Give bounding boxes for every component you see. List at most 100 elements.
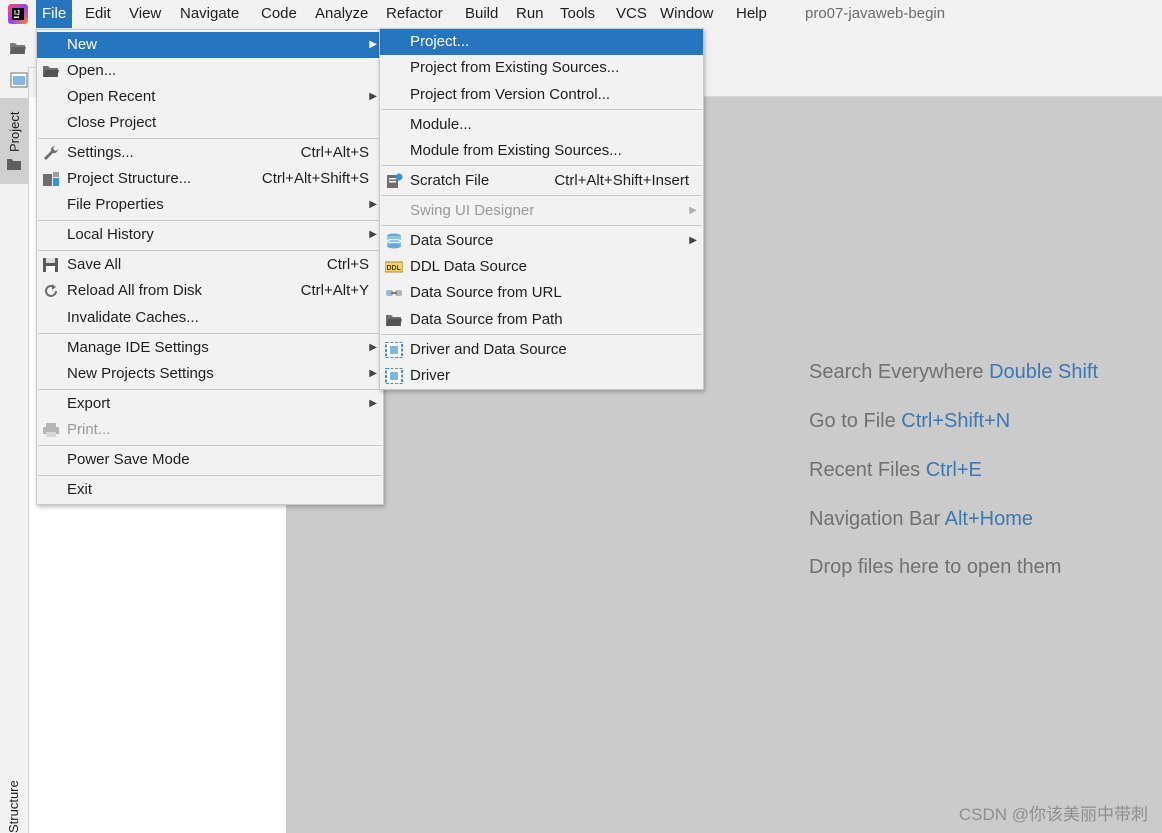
submenu-arrow-icon: ▶ <box>369 39 377 50</box>
menu-separator <box>38 475 382 476</box>
new-data-source-from-path[interactable]: Data Source from Path <box>380 307 703 333</box>
new-swing-ui-designer: Swing UI Designer ▶ <box>380 198 703 224</box>
open-folder-icon[interactable] <box>9 40 27 56</box>
menu-window[interactable]: Window <box>654 0 719 28</box>
menu-item-label: Settings... <box>67 144 134 161</box>
menu-item-label: Driver and Data Source <box>410 341 567 358</box>
driver-icon <box>385 368 403 384</box>
file-menu-reload-all[interactable]: Reload All from Disk Ctrl+Alt+Y <box>37 278 383 304</box>
menu-item-label: Reload All from Disk <box>67 282 203 299</box>
menu-separator <box>38 445 382 446</box>
file-menu-file-properties[interactable]: File Properties ▶ <box>37 192 383 218</box>
hint-text: Search Everywhere <box>809 361 984 383</box>
menu-item-label: Local History <box>67 226 154 243</box>
submenu-arrow-icon: ▶ <box>369 342 377 353</box>
menu-item-label: New Projects Settings <box>67 365 214 382</box>
window-icon[interactable] <box>10 72 28 88</box>
new-module-from-existing-sources[interactable]: Module from Existing Sources... <box>380 138 703 164</box>
menu-item-label: Module from Existing Sources... <box>410 142 622 159</box>
new-submenu: Project... Project from Existing Sources… <box>379 28 704 390</box>
menu-separator <box>381 195 702 196</box>
menu-item-label: File Properties <box>67 196 164 213</box>
menu-item-label: Invalidate Caches... <box>67 309 199 326</box>
menu-separator <box>38 333 382 334</box>
menu-analyze[interactable]: Analyze <box>309 0 374 28</box>
file-menu-project-structure[interactable]: Project Structure... Ctrl+Alt+Shift+S <box>37 166 383 192</box>
file-menu-new-projects-settings[interactable]: New Projects Settings ▶ <box>37 361 383 387</box>
hint-text: Recent Files <box>809 459 921 481</box>
menu-separator <box>381 334 702 335</box>
file-menu-settings[interactable]: Settings... Ctrl+Alt+S <box>37 140 383 166</box>
file-menu-manage-ide-settings[interactable]: Manage IDE Settings ▶ <box>37 335 383 361</box>
file-menu-local-history[interactable]: Local History ▶ <box>37 222 383 248</box>
submenu-arrow-icon: ▶ <box>369 229 377 240</box>
file-menu-new[interactable]: New ▶ <box>37 32 383 58</box>
menu-item-label: Close Project <box>67 114 157 131</box>
submenu-arrow-icon: ▶ <box>689 205 697 216</box>
hint-text: Navigation Bar <box>809 508 941 530</box>
new-module[interactable]: Module... <box>380 112 703 138</box>
menu-item-label: Swing UI Designer <box>410 202 535 219</box>
menu-run[interactable]: Run <box>510 0 550 28</box>
hint-text: Go to File <box>809 410 896 432</box>
menu-item-label: Project... <box>410 33 470 50</box>
svg-text:DDL: DDL <box>387 265 402 272</box>
database-icon <box>386 233 402 249</box>
file-menu-save-all[interactable]: Save All Ctrl+S <box>37 252 383 278</box>
new-project-from-existing-sources[interactable]: Project from Existing Sources... <box>380 55 703 81</box>
menu-separator <box>38 220 382 221</box>
menu-item-label: Open... <box>67 62 117 79</box>
menu-view[interactable]: View <box>123 0 167 28</box>
file-menu-export[interactable]: Export ▶ <box>37 391 383 417</box>
project-tool-tab[interactable]: Project <box>0 98 28 184</box>
new-project-from-version-control[interactable]: Project from Version Control... <box>380 82 703 108</box>
menu-item-shortcut: Ctrl+Alt+Shift+S <box>261 170 369 187</box>
file-menu-power-save-mode[interactable]: Power Save Mode <box>37 447 383 473</box>
new-scratch-file[interactable]: Scratch File Ctrl+Alt+Shift+Insert <box>380 168 703 194</box>
menu-file[interactable]: File <box>36 0 73 28</box>
file-menu-open[interactable]: Open... <box>37 58 383 84</box>
menu-item-label: Scratch File <box>410 172 490 189</box>
menu-item-label: Data Source from URL <box>410 284 562 301</box>
hint-key: Alt+Home <box>944 508 1034 530</box>
structure-tool-tab[interactable]: Structure <box>2 775 26 833</box>
menu-item-label: Data Source <box>410 232 494 249</box>
menu-navigate[interactable]: Navigate <box>174 0 245 28</box>
project-structure-icon <box>43 172 59 186</box>
open-folder-icon <box>43 66 59 77</box>
file-menu-exit[interactable]: Exit <box>37 477 383 503</box>
hint-recent-files: Recent Files Ctrl+E <box>809 459 982 482</box>
file-menu-close-project[interactable]: Close Project <box>37 110 383 136</box>
new-project[interactable]: Project... <box>380 29 703 55</box>
menu-edit[interactable]: Edit <box>79 0 117 28</box>
menu-tools[interactable]: Tools <box>554 0 601 28</box>
menu-separator <box>381 225 702 226</box>
folder-icon <box>386 315 402 326</box>
menu-refactor[interactable]: Refactor <box>380 0 449 28</box>
watermark: CSDN @你该美丽中带刺 <box>958 805 1148 824</box>
file-menu: New ▶ Open... Open Recent ▶ Close Projec… <box>36 29 384 505</box>
menu-item-label: Project from Version Control... <box>410 86 611 103</box>
menu-item-label: Exit <box>67 481 93 498</box>
menu-code[interactable]: Code <box>255 0 303 28</box>
submenu-arrow-icon: ▶ <box>369 398 377 409</box>
printer-icon <box>43 423 59 437</box>
window-title: pro07-javaweb-begin <box>805 5 946 22</box>
menu-build[interactable]: Build <box>459 0 504 28</box>
file-menu-open-recent[interactable]: Open Recent ▶ <box>37 84 383 110</box>
menu-vcs[interactable]: VCS <box>610 0 653 28</box>
link-icon <box>386 290 402 296</box>
menu-separator <box>38 250 382 251</box>
new-data-source[interactable]: Data Source ▶ <box>380 228 703 254</box>
menu-item-shortcut: Ctrl+Alt+S <box>300 144 369 161</box>
new-ddl-data-source[interactable]: DDL DDL Data Source <box>380 254 703 280</box>
folder-icon <box>7 159 21 170</box>
menu-item-shortcut: Ctrl+Alt+Y <box>300 282 369 299</box>
new-data-source-from-url[interactable]: Data Source from URL <box>380 280 703 306</box>
new-driver[interactable]: Driver <box>380 363 703 389</box>
file-menu-invalidate-caches[interactable]: Invalidate Caches... <box>37 305 383 331</box>
new-driver-and-data-source[interactable]: Driver and Data Source <box>380 337 703 363</box>
menu-help[interactable]: Help <box>730 0 773 28</box>
menu-item-label: Export <box>67 395 111 412</box>
menu-item-label: Save All <box>67 256 122 273</box>
